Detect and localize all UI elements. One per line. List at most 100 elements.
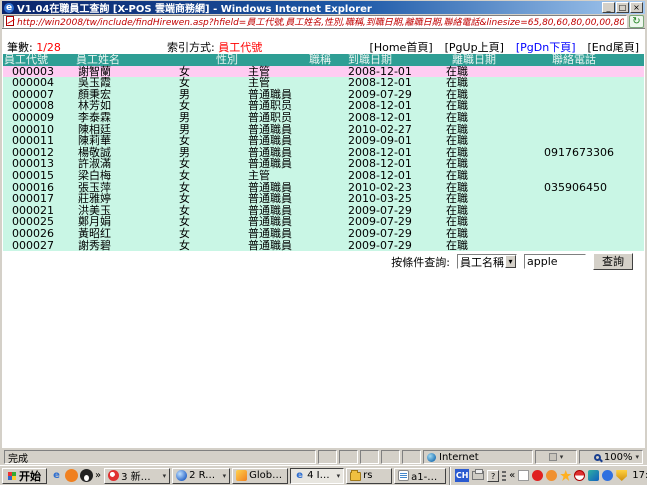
tray-star-icon[interactable] xyxy=(560,470,571,481)
maximize-button[interactable]: □ xyxy=(616,2,629,13)
chevron-left-icon[interactable]: « xyxy=(509,470,515,481)
cell-gender: 女 xyxy=(179,135,190,147)
cell-hire-date: 2009-09-01 xyxy=(348,135,412,147)
col-header-job-title: 職稱 xyxy=(309,54,331,66)
minimize-button[interactable]: _ xyxy=(602,2,615,13)
cell-leave-status: 在職 xyxy=(446,193,468,205)
tray-qq-icon[interactable] xyxy=(532,470,543,481)
remote-icon xyxy=(176,470,187,481)
search-field-value: 員工名稱 xyxy=(460,254,504,270)
cell-leave-status: 在職 xyxy=(446,135,468,147)
taskbar-button-label: 4 Inte... xyxy=(307,470,334,481)
cell-phone: 0917673306 xyxy=(544,147,614,159)
page-content: 筆數: 1/28 索引方式: 員工代號 [Home首頁] [PgUp上頁] [P… xyxy=(2,29,645,448)
magnifier-icon xyxy=(594,454,601,461)
table-row[interactable]: 000026 黃昭红 女 普通職員 2009-07-29 在職 xyxy=(3,228,644,240)
printer-icon[interactable] xyxy=(472,471,484,480)
status-segment xyxy=(381,450,400,464)
table-header-row: 員工代號 員工姓名 性別 職稱 到職日期 離職日期 聯絡電話 xyxy=(3,54,644,66)
tray-shield-icon[interactable] xyxy=(616,470,627,481)
cell-employee-id: 000026 xyxy=(12,228,54,240)
taskbar-clock: 17:31 xyxy=(630,470,647,481)
go-button[interactable]: ↻ xyxy=(629,15,644,28)
table-row[interactable]: 000017 莊雅婷 女 普通職員 2010-03-25 在職 xyxy=(3,193,644,205)
condition-search-label: 按條件查詢: xyxy=(391,254,450,270)
cell-hire-date: 2010-03-25 xyxy=(348,193,412,205)
search-query-input[interactable] xyxy=(524,254,586,269)
start-button[interactable]: 开始 xyxy=(2,468,47,484)
address-bar: http://win2008/tw/include/findHirewen.as… xyxy=(2,14,645,29)
ie-logo-icon: e xyxy=(4,3,14,13)
taskbar-button-globals[interactable]: GlobalS... xyxy=(232,468,288,484)
cell-hire-date: 2008-12-01 xyxy=(348,112,412,124)
ie-window: e V1.04在職員工查詢 [X-POS 雲端商務網] - Windows In… xyxy=(0,0,647,485)
taskbar-button-sina-uc[interactable]: 3 新浪UC ▾ xyxy=(104,468,170,484)
cell-job-title: 普通職員 xyxy=(248,135,292,147)
table-row[interactable]: 000009 李泰霖 男 普通职员 2008-12-01 在職 xyxy=(3,112,644,124)
cell-job-title: 普通职员 xyxy=(248,112,292,124)
cell-employee-id: 000015 xyxy=(12,170,54,182)
zoom-indicator[interactable]: 100% ▾ xyxy=(579,450,643,464)
status-text: 完成 xyxy=(4,450,316,464)
cell-employee-name: 李泰霖 xyxy=(78,112,111,124)
cell-hire-date: 2009-07-29 xyxy=(348,228,412,240)
cell-leave-status: 在職 xyxy=(446,170,468,182)
tray-document-icon[interactable] xyxy=(518,470,529,481)
status-segment xyxy=(402,450,421,464)
caret-down-icon: ▾ xyxy=(635,453,639,461)
globe-icon xyxy=(427,453,436,462)
qq-quicklaunch-icon[interactable] xyxy=(80,469,93,482)
taskbar-button-label: rs xyxy=(363,470,372,481)
cell-employee-name: 陳莉華 xyxy=(78,135,111,147)
tray-ball-icon[interactable] xyxy=(574,470,585,481)
cell-gender: 女 xyxy=(179,240,190,252)
taskbar: 开始 e » 3 新浪UC ▾ 2 Remo... ▾ GlobalS... xyxy=(0,465,647,485)
cell-gender: 女 xyxy=(179,228,190,240)
table-row[interactable]: 000015 梁白梅 女 主管 2008-12-01 在職 xyxy=(3,170,644,182)
col-header-hire-date: 到職日期 xyxy=(348,54,392,66)
chevron-right-icon[interactable]: » xyxy=(95,470,101,481)
taskbar-button-label: 2 Remo... xyxy=(189,470,220,481)
cell-gender: 女 xyxy=(179,193,190,205)
cell-employee-name: 莊雅婷 xyxy=(78,193,111,205)
cell-employee-id: 000017 xyxy=(12,193,54,205)
cell-employee-name: 黃昭红 xyxy=(78,228,111,240)
help-icon[interactable]: ? xyxy=(487,470,499,482)
taskbar-button-internet-explorer[interactable]: e 4 Inte... ▾ xyxy=(290,468,344,484)
cell-leave-status: 在職 xyxy=(446,240,468,252)
taskbar-button-document[interactable]: a1-L 人... xyxy=(394,468,446,484)
employee-table: 員工代號 員工姓名 性別 職稱 到職日期 離職日期 聯絡電話 000003 謝智… xyxy=(3,54,644,251)
table-row[interactable]: 000011 陳莉華 女 普通職員 2009-09-01 在職 xyxy=(3,135,644,147)
index-mode: 索引方式: 員工代號 xyxy=(167,39,262,55)
language-indicator[interactable]: CH xyxy=(455,469,469,482)
cell-gender: 男 xyxy=(179,112,190,124)
search-button[interactable]: 查詢 xyxy=(593,253,633,270)
caret-down-icon: ▾ xyxy=(337,472,341,480)
cell-employee-id: 000009 xyxy=(12,112,54,124)
cell-job-title: 普通職員 xyxy=(248,193,292,205)
title-bar: e V1.04在職員工查詢 [X-POS 雲端商務網] - Windows In… xyxy=(2,1,645,14)
table-row[interactable]: 000027 謝秀碧 女 普通職員 2009-07-29 在職 xyxy=(3,240,644,252)
windows-flag-icon xyxy=(8,472,16,480)
ie-quicklaunch-icon[interactable]: e xyxy=(50,469,63,482)
sina-uc-icon xyxy=(108,470,119,481)
address-input[interactable]: http://win2008/tw/include/findHirewen.as… xyxy=(3,15,627,28)
security-zone-label: Internet xyxy=(439,452,479,463)
record-toolbar: 筆數: 1/28 索引方式: 員工代號 [Home首頁] [PgUp上頁] [P… xyxy=(2,39,645,53)
caret-down-icon: ▾ xyxy=(163,472,167,480)
start-label: 开始 xyxy=(19,468,41,484)
taskbar-button-remote[interactable]: 2 Remo... ▾ xyxy=(172,468,230,484)
tray-media-player-icon[interactable] xyxy=(588,470,599,481)
col-header-phone: 聯絡電話 xyxy=(552,54,596,66)
col-header-leave-date: 離職日期 xyxy=(452,54,496,66)
cell-gender: 女 xyxy=(179,170,190,182)
app-quicklaunch-icon[interactable] xyxy=(65,469,78,482)
close-button[interactable]: × xyxy=(630,2,643,13)
chevron-down-icon[interactable]: ▾ xyxy=(505,255,516,268)
search-field-select[interactable]: 員工名稱 ▾ xyxy=(457,254,517,269)
globals-icon xyxy=(236,470,247,481)
tray-messenger-icon[interactable] xyxy=(602,470,613,481)
tray-pet-icon[interactable] xyxy=(546,470,557,481)
status-bar: 完成 Internet ▾ 100% ▾ xyxy=(2,448,645,465)
taskbar-button-folder-rs[interactable]: rs xyxy=(346,468,392,484)
